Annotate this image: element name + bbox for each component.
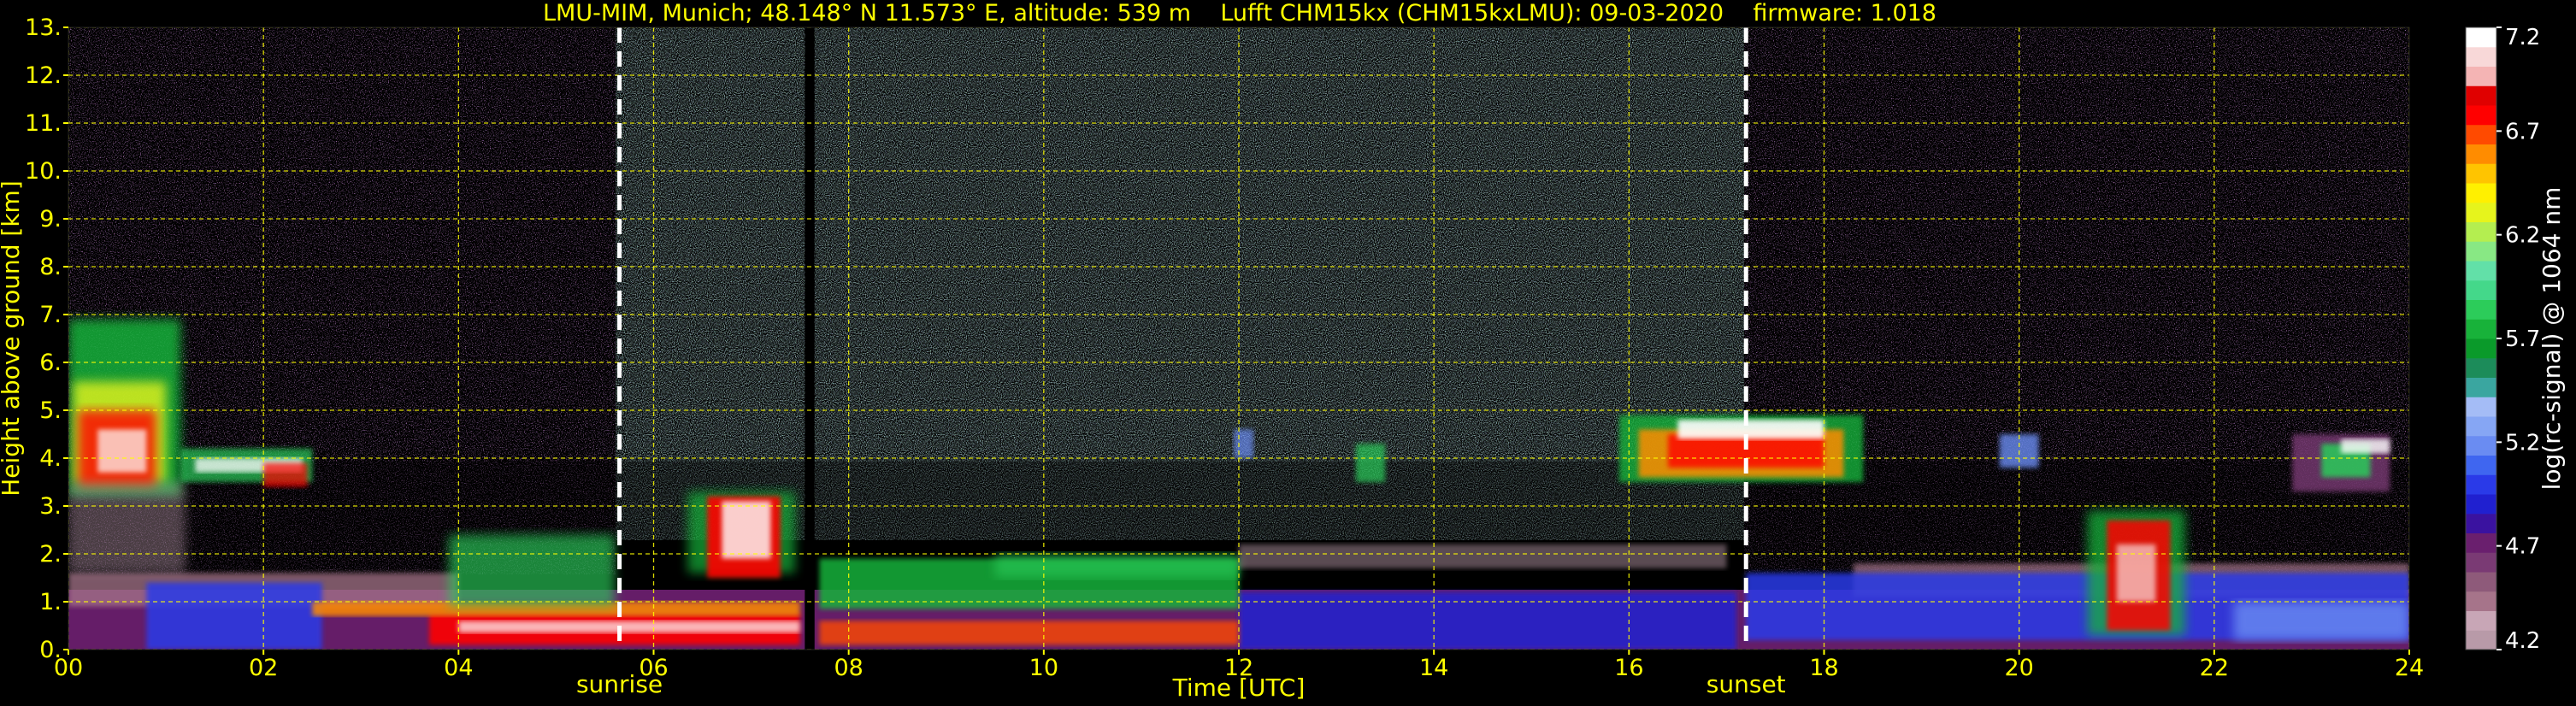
- colorbar-tick-label: 6.2: [2505, 223, 2540, 249]
- bl-mauve-day-top: [1239, 544, 1727, 568]
- cloud-b-white: [1677, 420, 1824, 439]
- colorbar-segment: [2466, 494, 2496, 515]
- colorbar-segment: [2466, 202, 2496, 222]
- x-tick-label: 20: [2004, 655, 2033, 681]
- data-gap-bar: [805, 27, 815, 650]
- y-tick-label: 5.: [39, 397, 62, 424]
- event-label-sunset: sunset: [1707, 670, 1786, 698]
- x-tick-label: 04: [444, 655, 473, 681]
- colorbar-segment: [2466, 46, 2496, 67]
- data-gap: [805, 27, 815, 650]
- bl-green-morning: [448, 534, 615, 607]
- colorbar-segment: [2466, 299, 2496, 320]
- y-tick-label: 9.: [39, 206, 62, 232]
- colorbar-tick-label: 4.2: [2505, 628, 2540, 654]
- y-tick-label: 10.: [25, 158, 62, 185]
- x-tick-label: 18: [1809, 655, 1838, 681]
- elev-white: [97, 429, 147, 473]
- colorbar-segment: [2466, 455, 2496, 475]
- colorbar-segment: [2466, 572, 2496, 592]
- colorbar-segment: [2466, 397, 2496, 417]
- colorbar-segment: [2466, 416, 2496, 437]
- colorbar-segment: [2466, 183, 2496, 203]
- colorbar-segment: [2466, 552, 2496, 573]
- x-tick-label: 16: [1614, 655, 1643, 681]
- x-tick-label: 02: [249, 655, 278, 681]
- colorbar-segment: [2466, 357, 2496, 378]
- colorbar-segment: [2466, 221, 2496, 242]
- colorbar-segment: [2466, 377, 2496, 397]
- x-tick-label: 22: [2200, 655, 2229, 681]
- y-tick-label: 11.: [25, 110, 62, 137]
- colorbar-label: log(rc-signal) @ 1064 nm: [2538, 187, 2566, 491]
- x-tick-label: 14: [1419, 655, 1448, 681]
- bl-lightblue-right: [2233, 602, 2409, 640]
- x-axis-label: Time [UTC]: [1172, 674, 1306, 702]
- y-tick-label: 7.: [39, 302, 62, 328]
- colorbar-segment: [2466, 85, 2496, 106]
- colorbar-segment: [2466, 66, 2496, 86]
- colorbar-segment: [2466, 338, 2496, 359]
- colorbar-segment: [2466, 241, 2496, 262]
- colorbar-tick-label: 5.2: [2505, 430, 2540, 456]
- x-tick-label: 00: [54, 655, 83, 681]
- y-tick-label: 2.: [39, 541, 62, 568]
- y-axis-label: Height above ground [km]: [0, 180, 25, 497]
- colorbar-segment: [2466, 532, 2496, 553]
- y-tick-label: 13.: [25, 15, 62, 41]
- cloud-d-white: [2341, 438, 2390, 454]
- colorbar-segment: [2466, 591, 2496, 611]
- colorbar-segment: [2466, 27, 2496, 48]
- conv-a-white: [722, 501, 771, 559]
- colorbar-tick-label: 7.2: [2505, 25, 2540, 50]
- x-tick-label: 24: [2395, 655, 2424, 681]
- chart-title: LMU-MIM, Munich; 48.148° N 11.573° E, al…: [543, 0, 1936, 26]
- colorbar-segment: [2466, 435, 2496, 456]
- y-tick-label: 4.: [39, 445, 62, 472]
- colorbar-segment: [2466, 163, 2496, 184]
- colorbar-segment: [2466, 319, 2496, 339]
- echo-13-green: [1355, 444, 1386, 482]
- plot-area: [68, 27, 2409, 650]
- y-axis: 0.1.2.3.4.5.6.7.8.9.10.11.12.13.: [25, 15, 68, 663]
- echo-12-blue: [1234, 429, 1254, 458]
- colorbar-segment: [2466, 105, 2496, 126]
- colorbar-segment: [2466, 124, 2496, 144]
- bl-cyan-day: [994, 554, 1239, 578]
- y-tick-label: 3.: [39, 493, 62, 520]
- elev-grey-base: [68, 482, 186, 574]
- colorbar: [2465, 26, 2497, 650]
- colorbar-ticks: 4.2 4.7 5.2 5.7 6.2 6.7 7.2: [2496, 25, 2540, 654]
- colorbar-segment: [2466, 474, 2496, 495]
- bl-blue-left: [146, 582, 322, 650]
- cloud-a-red: [263, 462, 308, 487]
- bl-red-late-morning: [819, 621, 1239, 645]
- colorbar-segment: [2466, 279, 2496, 300]
- colorbar-tick-label: 6.7: [2505, 119, 2540, 144]
- bl-white-morning: [458, 621, 800, 633]
- colorbar-tick-label: 4.7: [2505, 534, 2540, 560]
- ceilometer-figure: LMU-MIM, Munich; 48.148° N 11.573° E, al…: [0, 0, 2566, 702]
- y-tick-label: 8.: [39, 254, 62, 280]
- colorbar-segment: [2466, 630, 2496, 650]
- colorbar-segment: [2466, 610, 2496, 631]
- y-tick-label: 1.: [39, 589, 62, 615]
- colorbar-segment: [2466, 513, 2496, 533]
- colorbar-segment: [2466, 144, 2496, 164]
- colorbar-segment: [2466, 261, 2496, 281]
- event-label-sunrise: sunrise: [576, 670, 663, 698]
- x-tick-label: 08: [834, 655, 863, 681]
- x-tick-label: 10: [1029, 655, 1058, 681]
- colorbar-tick-label: 5.7: [2505, 327, 2540, 352]
- y-tick-label: 6.: [39, 350, 62, 376]
- y-tick-label: 12.: [25, 62, 62, 89]
- plume-white: [2116, 544, 2156, 602]
- bl-blue-mid: [1239, 591, 1736, 650]
